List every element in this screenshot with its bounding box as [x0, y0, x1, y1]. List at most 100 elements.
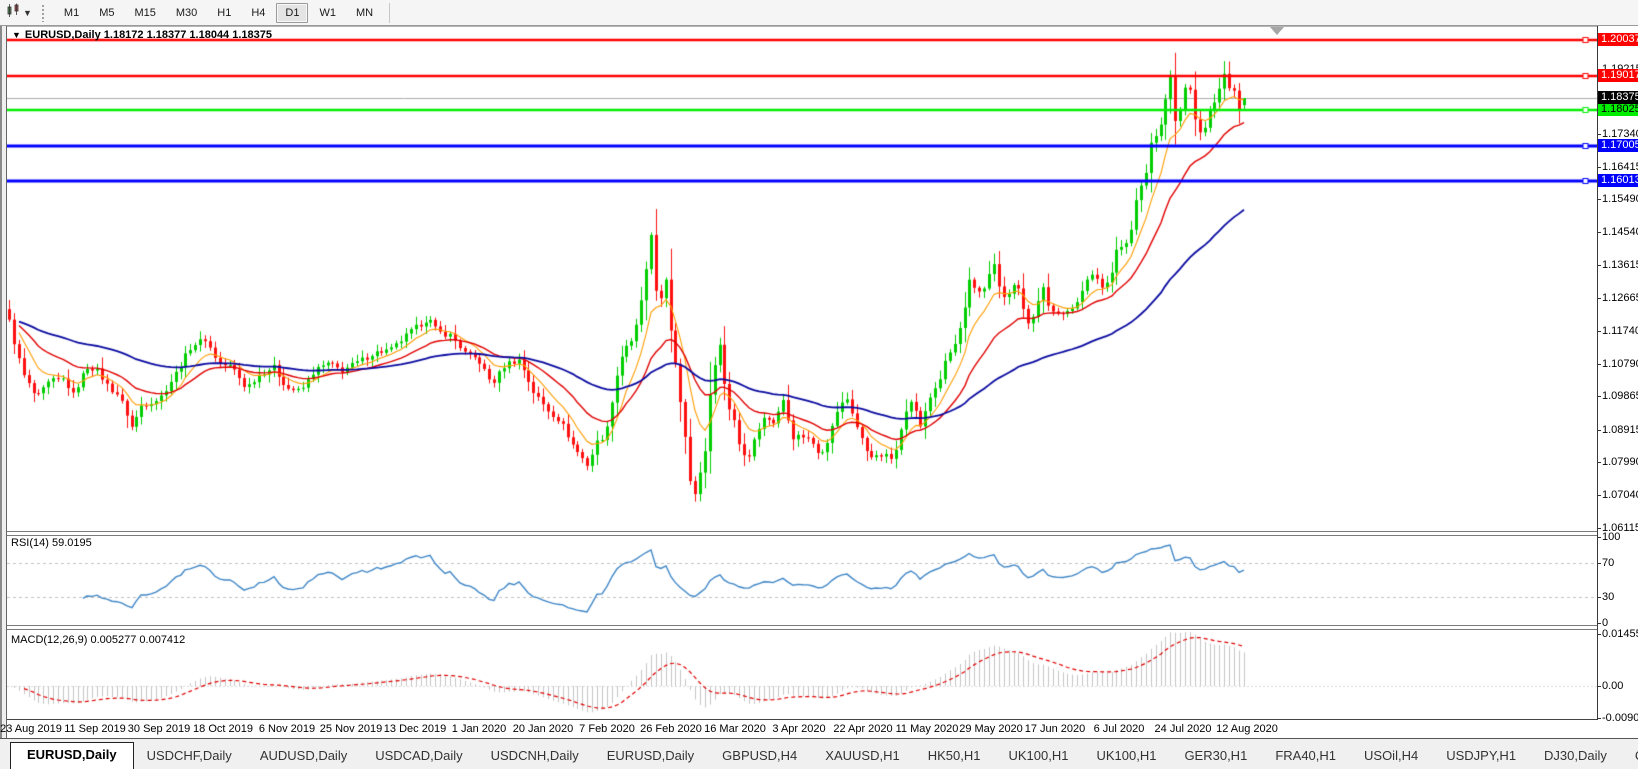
chart-tab-usoil-h4[interactable]: USOil,H4 [1351, 744, 1431, 769]
price-tick-label: 1.13615 [1602, 259, 1638, 271]
macd-tick-mark [1598, 634, 1601, 635]
rsi-tick-label: 100 [1602, 531, 1620, 543]
date-tick-label: 22 Apr 2020 [833, 723, 892, 735]
date-tick-label: 13 Dec 2019 [384, 723, 446, 735]
rsi-tick-mark [1598, 623, 1601, 624]
price-tick-mark [1598, 495, 1601, 496]
price-chart-canvas[interactable] [7, 26, 1597, 720]
price-tick-label: 1.12665 [1602, 292, 1638, 304]
trading-platform-window: ▼ M1M5M15M30H1H4D1W1MN ▼EURUSD,Daily 1.1… [0, 0, 1638, 769]
price-tick-label: 1.11740 [1602, 325, 1638, 337]
price-level-tag: 1.17005 [1598, 139, 1638, 152]
price-level-tag: 1.20037 [1598, 33, 1638, 46]
chart-tab-fra40-h1[interactable]: FRA40,H1 [1262, 744, 1349, 769]
chart-tab-uk100-h1[interactable]: UK100,H1 [1083, 744, 1169, 769]
rsi-tick-label: 0 [1602, 617, 1608, 629]
price-level-tag: 1.16013 [1598, 174, 1638, 187]
macd-tick-mark [1598, 718, 1601, 719]
macd-indicator-label: MACD(12,26,9) 0.005277 0.007412 [11, 634, 185, 646]
rsi-tick-mark [1598, 563, 1601, 564]
macd-tick-label: -0.00900 [1602, 712, 1638, 724]
chart-title: ▼EURUSD,Daily 1.18172 1.18377 1.18044 1.… [12, 29, 272, 41]
chart-shift-marker-icon[interactable] [1270, 27, 1284, 35]
price-tick-label: 1.10790 [1602, 358, 1638, 370]
timeframe-button-w1[interactable]: W1 [310, 3, 345, 23]
timeframe-button-h4[interactable]: H4 [242, 3, 274, 23]
panel-separator-rsi-macd[interactable] [7, 625, 1597, 630]
candlestick-chart-icon [6, 3, 21, 23]
date-tick-label: 7 Feb 2020 [579, 723, 635, 735]
date-tick-label: 24 Jul 2020 [1155, 723, 1212, 735]
price-axis[interactable]: 1.192151.182901.173401.164151.154901.145… [1597, 26, 1638, 720]
price-tick-mark [1598, 298, 1601, 299]
timeframe-buttons: M1M5M15M30H1H4D1W1MN [54, 3, 383, 23]
date-tick-label: 11 May 2020 [896, 723, 959, 735]
chart-menu-icon[interactable]: ▼ [12, 30, 21, 40]
date-tick-label: 12 Aug 2020 [1216, 723, 1278, 735]
price-tick-mark [1598, 396, 1601, 397]
macd-tick-label: 0.014556 [1602, 628, 1638, 640]
date-tick-label: 17 Jun 2020 [1025, 723, 1086, 735]
date-axis[interactable]: 23 Aug 201911 Sep 201930 Sep 201918 Oct … [7, 720, 1597, 738]
chart-tab-xauusd-h1[interactable]: XAUUSD,H1 [812, 744, 912, 769]
chart-tab-eurusd-daily[interactable]: EURUSD,Daily [594, 744, 707, 769]
period-toolbar: ▼ M1M5M15M30H1H4D1W1MN [0, 0, 1638, 27]
chart-tab-uk100-h1[interactable]: UK100,H1 [995, 744, 1081, 769]
chart-tab-dj30-daily[interactable]: DJ30,Daily [1531, 744, 1620, 769]
timeframe-button-d1[interactable]: D1 [276, 3, 308, 23]
date-tick-label: 16 Mar 2020 [704, 723, 766, 735]
rsi-tick-label: 30 [1602, 591, 1614, 603]
macd-tick-mark [1598, 686, 1601, 687]
chart-tab-ger30-h1[interactable]: GER30,H1 [1171, 744, 1260, 769]
price-tick-label: 1.07040 [1602, 489, 1638, 501]
timeframe-button-h1[interactable]: H1 [208, 3, 240, 23]
charts-dropdown-button[interactable]: ▼ [3, 1, 35, 25]
chart-tab-china300-h1[interactable]: CHINA300,H1 [1622, 744, 1638, 769]
date-tick-label: 26 Feb 2020 [640, 723, 702, 735]
price-tick-label: 1.09865 [1602, 390, 1638, 402]
date-tick-label: 18 Oct 2019 [193, 723, 253, 735]
rsi-indicator-label: RSI(14) 59.0195 [11, 537, 92, 549]
date-tick-label: 6 Jul 2020 [1094, 723, 1145, 735]
chart-tab-eurusd-daily[interactable]: EURUSD,Daily [10, 742, 134, 769]
price-tick-mark [1598, 265, 1601, 266]
price-tick-label: 1.14540 [1602, 226, 1638, 238]
price-tick-mark [1598, 232, 1601, 233]
chart-tab-usdjpy-h1[interactable]: USDJPY,H1 [1433, 744, 1529, 769]
price-tick-mark [1598, 528, 1601, 529]
chevron-down-icon: ▼ [23, 8, 32, 18]
timeframe-button-m5[interactable]: M5 [90, 3, 123, 23]
price-tick-label: 1.08915 [1602, 424, 1638, 436]
date-tick-label: 6 Nov 2019 [259, 723, 315, 735]
date-tick-label: 20 Jan 2020 [513, 723, 574, 735]
price-tick-label: 1.15490 [1602, 193, 1638, 205]
window-left-edge [0, 26, 7, 738]
current-price-tag: 1.18375 [1598, 91, 1638, 104]
timeframe-button-mn[interactable]: MN [347, 3, 382, 23]
date-tick-label: 30 Sep 2019 [128, 723, 190, 735]
price-tick-label: 1.07990 [1602, 456, 1638, 468]
chart-tab-hk50-h1[interactable]: HK50,H1 [915, 744, 994, 769]
macd-tick-label: 0.00 [1602, 680, 1623, 692]
date-tick-label: 23 Aug 2019 [0, 723, 62, 735]
date-tick-label: 11 Sep 2019 [64, 723, 126, 735]
price-tick-mark [1598, 134, 1601, 135]
chart-tab-usdcnh-daily[interactable]: USDCNH,Daily [478, 744, 592, 769]
date-tick-label: 29 May 2020 [959, 723, 1023, 735]
chart-tab-audusd-daily[interactable]: AUDUSD,Daily [247, 744, 360, 769]
price-tick-mark [1598, 430, 1601, 431]
toolbar-separator [389, 3, 390, 23]
price-level-tag: 1.19017 [1598, 69, 1638, 82]
toolbar-grip[interactable] [41, 4, 46, 22]
date-tick-label: 1 Jan 2020 [452, 723, 506, 735]
price-tick-mark [1598, 167, 1601, 168]
timeframe-button-m15[interactable]: M15 [125, 3, 164, 23]
price-tick-mark [1598, 462, 1601, 463]
chart-tab-usdchf-daily[interactable]: USDCHF,Daily [134, 744, 245, 769]
panel-separator-main-rsi[interactable] [7, 531, 1597, 536]
timeframe-button-m30[interactable]: M30 [167, 3, 206, 23]
timeframe-button-m1[interactable]: M1 [55, 3, 88, 23]
price-level-tag: 1.18025 [1598, 103, 1638, 116]
chart-tab-gbpusd-h4[interactable]: GBPUSD,H4 [709, 744, 810, 769]
chart-tab-usdcad-daily[interactable]: USDCAD,Daily [362, 744, 475, 769]
